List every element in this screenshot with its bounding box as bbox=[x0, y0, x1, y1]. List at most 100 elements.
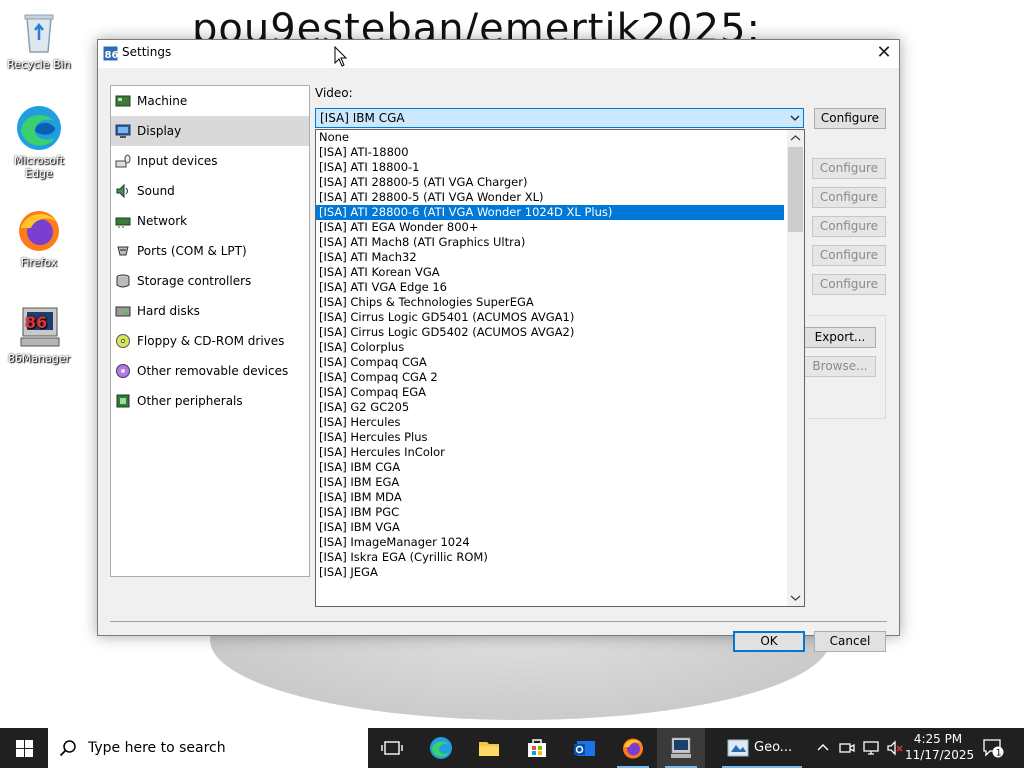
dropdown-option[interactable]: [ISA] ATI Mach32 bbox=[316, 250, 784, 265]
dropdown-option[interactable]: [ISA] IBM CGA bbox=[316, 460, 784, 475]
dropdown-option[interactable]: [ISA] Cirrus Logic GD5401 (ACUMOS AVGA1) bbox=[316, 310, 784, 325]
video-configure-button[interactable]: Configure bbox=[814, 108, 886, 129]
dropdown-option[interactable]: [ISA] ImageManager 1024 bbox=[316, 535, 784, 550]
volume-muted-icon[interactable] bbox=[885, 738, 905, 758]
dropdown-option[interactable]: [ISA] Compaq CGA 2 bbox=[316, 370, 784, 385]
dropdown-scrollbar[interactable] bbox=[787, 130, 804, 606]
system-clock[interactable]: 4:25 PM 11/17/2025 bbox=[905, 731, 974, 763]
dropdown-option[interactable]: [ISA] JEGA bbox=[316, 565, 784, 580]
dropdown-option[interactable]: [ISA] Compaq EGA bbox=[316, 385, 784, 400]
nav-item-display[interactable]: Display bbox=[111, 116, 309, 146]
configure-button[interactable]: Configure bbox=[812, 216, 886, 237]
firefox-icon bbox=[15, 206, 63, 254]
removable-icon bbox=[116, 364, 130, 378]
nav-item-label: Other peripherals bbox=[137, 394, 243, 408]
dropdown-option[interactable]: [ISA] ATI 18800-1 bbox=[316, 160, 784, 175]
cancel-button[interactable]: Cancel bbox=[814, 631, 886, 652]
taskbar-86box-button[interactable] bbox=[657, 728, 705, 768]
input-devices-icon bbox=[115, 154, 131, 168]
dropdown-option[interactable]: [ISA] ATI 28800-5 (ATI VGA Charger) bbox=[316, 175, 784, 190]
sound-icon bbox=[116, 183, 128, 199]
taskbar: Type here to search Geo... 4:25 PM 11/17… bbox=[0, 728, 1024, 768]
dropdown-option[interactable]: [ISA] Compaq CGA bbox=[316, 355, 784, 370]
taskbar-file-explorer-button[interactable] bbox=[465, 728, 513, 768]
taskbar-edge-button[interactable] bbox=[417, 728, 465, 768]
title-bar[interactable]: 86 Settings ✕ bbox=[98, 40, 899, 68]
edge-icon bbox=[15, 104, 63, 152]
nav-item-ports[interactable]: Ports (COM & LPT) bbox=[111, 236, 309, 266]
configure-button[interactable]: Configure bbox=[812, 187, 886, 208]
nav-item-storage-controllers[interactable]: Storage controllers bbox=[111, 266, 309, 296]
nav-item-hard-disks[interactable]: Hard disks bbox=[111, 296, 309, 326]
display-icon bbox=[115, 124, 131, 138]
configure-button[interactable]: Configure bbox=[812, 245, 886, 266]
scrollbar-thumb[interactable] bbox=[788, 147, 803, 232]
close-button[interactable]: ✕ bbox=[869, 40, 899, 68]
nav-item-other-removable[interactable]: Other removable devices bbox=[111, 356, 309, 386]
desktop-icon-edge[interactable]: Microsoft Edge bbox=[4, 104, 74, 180]
dropdown-option[interactable]: [ISA] ATI 28800-5 (ATI VGA Wonder XL) bbox=[316, 190, 784, 205]
86box-manager-icon bbox=[671, 737, 691, 758]
windows-logo-icon bbox=[16, 740, 33, 757]
dropdown-option[interactable]: [ISA] ATI VGA Edge 16 bbox=[316, 280, 784, 295]
taskbar-store-button[interactable] bbox=[513, 728, 561, 768]
scroll-down-icon[interactable] bbox=[787, 589, 804, 606]
dropdown-option[interactable]: [ISA] ATI Mach8 (ATI Graphics Ultra) bbox=[316, 235, 784, 250]
taskbar-firefox-button[interactable] bbox=[609, 728, 657, 768]
nav-item-label: Input devices bbox=[137, 154, 218, 168]
configure-button[interactable]: Configure bbox=[812, 274, 886, 295]
dropdown-option[interactable]: [ISA] IBM EGA bbox=[316, 475, 784, 490]
dropdown-option[interactable]: [ISA] ATI 28800-6 (ATI VGA Wonder 1024D … bbox=[316, 205, 784, 220]
notification-center-button[interactable]: 1 bbox=[982, 737, 1004, 759]
nav-item-other-peripherals[interactable]: Other peripherals bbox=[111, 386, 309, 416]
dropdown-option[interactable]: [ISA] ATI EGA Wonder 800+ bbox=[316, 220, 784, 235]
ok-button[interactable]: OK bbox=[733, 631, 805, 652]
dropdown-option[interactable]: [ISA] Chips & Technologies SuperEGA bbox=[316, 295, 784, 310]
dropdown-option[interactable]: [ISA] IBM VGA bbox=[316, 520, 784, 535]
store-icon bbox=[528, 739, 546, 757]
dropdown-option[interactable]: [ISA] G2 GC205 bbox=[316, 400, 784, 415]
footer-separator bbox=[110, 621, 887, 622]
desktop-icon-86manager[interactable]: 86 86Manager bbox=[4, 302, 74, 365]
scroll-up-icon[interactable] bbox=[787, 130, 804, 147]
nav-item-label: Sound bbox=[137, 184, 175, 198]
storage-icon bbox=[116, 274, 130, 288]
dropdown-option[interactable]: [ISA] Colorplus bbox=[316, 340, 784, 355]
desktop-icon-firefox[interactable]: Firefox bbox=[4, 206, 74, 269]
app-window-icon bbox=[727, 739, 749, 757]
dropdown-option[interactable]: [ISA] ATI Korean VGA bbox=[316, 265, 784, 280]
dropdown-option[interactable]: [ISA] Iskra EGA (Cyrillic ROM) bbox=[316, 550, 784, 565]
configure-button[interactable]: Configure bbox=[812, 158, 886, 179]
ports-icon bbox=[117, 246, 129, 256]
dropdown-option[interactable]: [ISA] Hercules Plus bbox=[316, 430, 784, 445]
nav-item-machine[interactable]: Machine bbox=[111, 86, 309, 116]
desktop-icon-recycle-bin[interactable]: Recycle Bin bbox=[4, 8, 74, 71]
search-icon bbox=[59, 740, 76, 757]
dropdown-option[interactable]: [ISA] Cirrus Logic GD5402 (ACUMOS AVGA2) bbox=[316, 325, 784, 340]
nav-item-input-devices[interactable]: Input devices bbox=[111, 146, 309, 176]
dropdown-option[interactable]: [ISA] Hercules bbox=[316, 415, 784, 430]
nav-item-label: Other removable devices bbox=[137, 364, 289, 378]
nav-item-floppy-cdrom[interactable]: Floppy & CD-ROM drives bbox=[111, 326, 309, 356]
meet-now-icon[interactable] bbox=[837, 738, 857, 758]
taskbar-search-box[interactable]: Type here to search bbox=[48, 728, 368, 768]
peripherals-icon bbox=[116, 394, 130, 408]
chevron-up-icon[interactable] bbox=[813, 738, 833, 758]
nav-item-sound[interactable]: Sound bbox=[111, 176, 309, 206]
browse-button[interactable]: Browse... bbox=[804, 356, 876, 377]
network-icon[interactable] bbox=[861, 738, 881, 758]
dropdown-option[interactable]: None bbox=[316, 130, 784, 145]
taskbar-outlook-button[interactable] bbox=[561, 728, 609, 768]
dropdown-option[interactable]: [ISA] IBM PGC bbox=[316, 505, 784, 520]
svg-text:86: 86 bbox=[105, 50, 119, 61]
export-button[interactable]: Export... bbox=[804, 327, 876, 348]
video-select[interactable]: [ISA] IBM CGA bbox=[315, 108, 804, 128]
nav-item-network[interactable]: Network bbox=[111, 206, 309, 236]
start-button[interactable] bbox=[0, 728, 48, 768]
dropdown-option[interactable]: [ISA] ATI-18800 bbox=[316, 145, 784, 160]
taskbar-geo-button[interactable]: Geo... bbox=[714, 728, 810, 768]
dropdown-option[interactable]: [ISA] IBM MDA bbox=[316, 490, 784, 505]
search-placeholder: Type here to search bbox=[88, 740, 226, 756]
dropdown-option[interactable]: [ISA] Hercules InColor bbox=[316, 445, 784, 460]
task-view-button[interactable] bbox=[368, 728, 416, 768]
